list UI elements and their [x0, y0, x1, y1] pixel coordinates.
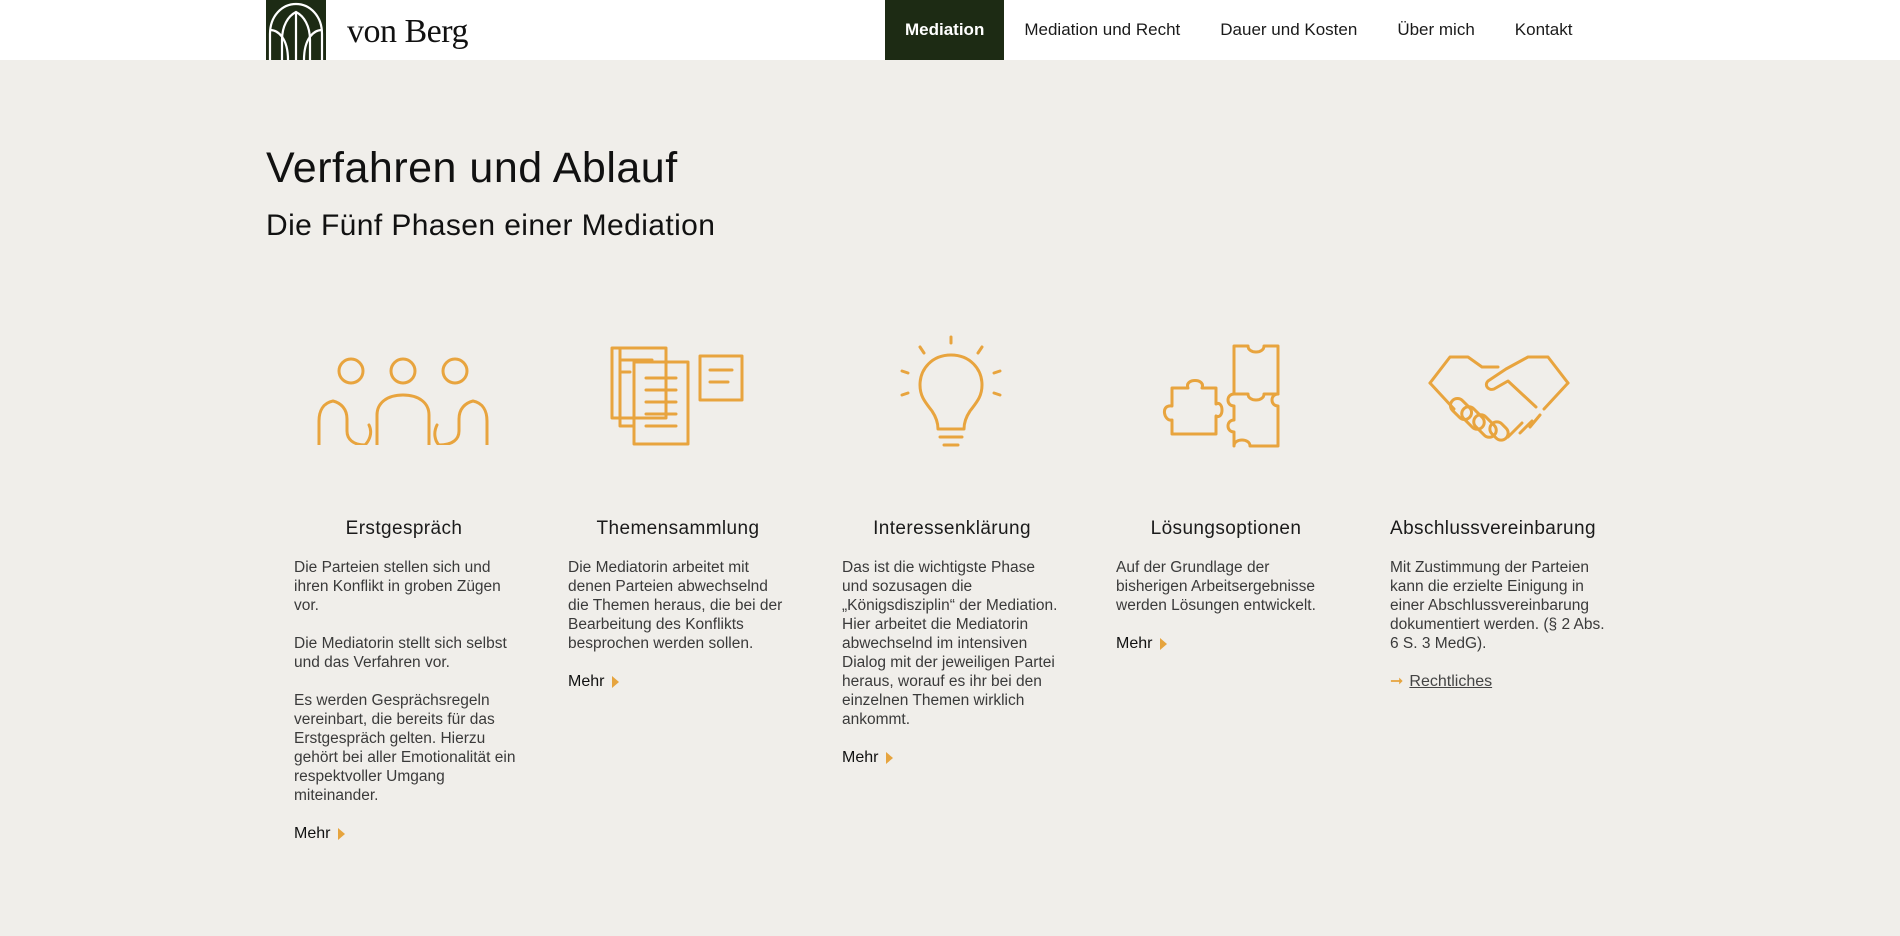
phase-themensammlung: Themensammlung Die Mediatorin arbeitet m…: [540, 330, 814, 690]
phase-body: Die Mediatorin arbeitet mit denen Partei…: [568, 558, 790, 691]
phase-body: Das ist die wichtigste Phase und sozusag…: [842, 558, 1064, 767]
lightbulb-icon: [814, 330, 1088, 460]
nav-item-mediation[interactable]: Mediation: [885, 0, 1005, 60]
documents-icon: [540, 330, 814, 460]
phase-paragraph: Die Parteien stellen sich und ihren Konf…: [294, 559, 501, 614]
legal-link-label: Rechtliches: [1409, 673, 1493, 690]
more-link-label: Mehr: [294, 825, 331, 842]
more-link[interactable]: Mehr: [294, 824, 346, 843]
main-nav: Mediation Mediation und Recht Dauer und …: [885, 0, 1592, 60]
site-header: von Berg Mediation Mediation und Recht D…: [0, 0, 1900, 60]
more-link[interactable]: Mehr: [1116, 634, 1168, 653]
phase-title: Themensammlung: [596, 518, 760, 539]
more-link-label: Mehr: [1116, 635, 1153, 652]
phase-body: Die Parteien stellen sich und ihren Konf…: [294, 558, 516, 843]
phases-section: Erstgespräch Die Parteien stellen sich u…: [266, 330, 1626, 890]
phase-paragraph: Es werden Gesprächsregeln vereinbart, di…: [294, 692, 516, 804]
phase-title: Interessenklärung: [873, 518, 1031, 539]
nav-item-ueber-mich[interactable]: Über mich: [1377, 0, 1494, 60]
phase-erstgespraech: Erstgespräch Die Parteien stellen sich u…: [266, 330, 540, 842]
more-link[interactable]: Mehr: [568, 672, 620, 691]
caret-right-icon: [1160, 637, 1168, 650]
phase-title: Abschlussvereinbarung: [1390, 518, 1596, 539]
more-link-label: Mehr: [842, 749, 879, 766]
phase-title: Erstgespräch: [345, 518, 463, 539]
nav-item-dauer-und-kosten[interactable]: Dauer und Kosten: [1200, 0, 1377, 60]
caret-right-icon: [338, 827, 346, 840]
phase-loesungsoptionen: Lösungsoptionen Auf der Grundlage der bi…: [1088, 330, 1362, 652]
nav-item-mediation-und-recht[interactable]: Mediation und Recht: [1004, 0, 1200, 60]
phase-paragraph: Auf der Grundlage der bisherigen Arbeits…: [1116, 559, 1316, 614]
logo[interactable]: von Berg: [266, 0, 468, 60]
caret-right-icon: [886, 751, 894, 764]
puzzle-icon: [1088, 330, 1362, 460]
page-subtitle: Die Fünf Phasen einer Mediation: [266, 209, 716, 242]
more-link-label: Mehr: [568, 673, 605, 690]
phase-title: Lösungsoptionen: [1150, 518, 1302, 539]
phase-body: Mit Zustimmung der Parteien kann die erz…: [1390, 558, 1612, 691]
legal-link[interactable]: ➞ Rechtliches: [1390, 672, 1492, 691]
page-title: Verfahren und Ablauf: [266, 144, 678, 192]
phase-body: Auf der Grundlage der bisherigen Arbeits…: [1116, 558, 1338, 653]
logo-text: von Berg: [347, 13, 468, 50]
arrow-right-icon: ➞: [1390, 673, 1404, 690]
phase-paragraph: Mit Zustimmung der Parteien kann die erz…: [1390, 559, 1605, 652]
logo-mark-icon: [266, 0, 326, 60]
phase-interessenklaerung: Interessenklärung Das ist die wichtigste…: [814, 330, 1088, 766]
phase-paragraph: Das ist die wichtigste Phase und sozusag…: [842, 559, 1058, 728]
caret-right-icon: [612, 675, 620, 688]
people-icon: [266, 330, 540, 460]
phase-abschlussvereinbarung: Abschlussvereinbarung Mit Zustimmung der…: [1362, 330, 1636, 690]
handshake-icon: [1362, 330, 1636, 460]
more-link[interactable]: Mehr: [842, 748, 894, 767]
phase-paragraph: Die Mediatorin stellt sich selbst und da…: [294, 635, 507, 671]
nav-item-kontakt[interactable]: Kontakt: [1495, 0, 1593, 60]
phase-paragraph: Die Mediatorin arbeitet mit denen Partei…: [568, 559, 783, 652]
